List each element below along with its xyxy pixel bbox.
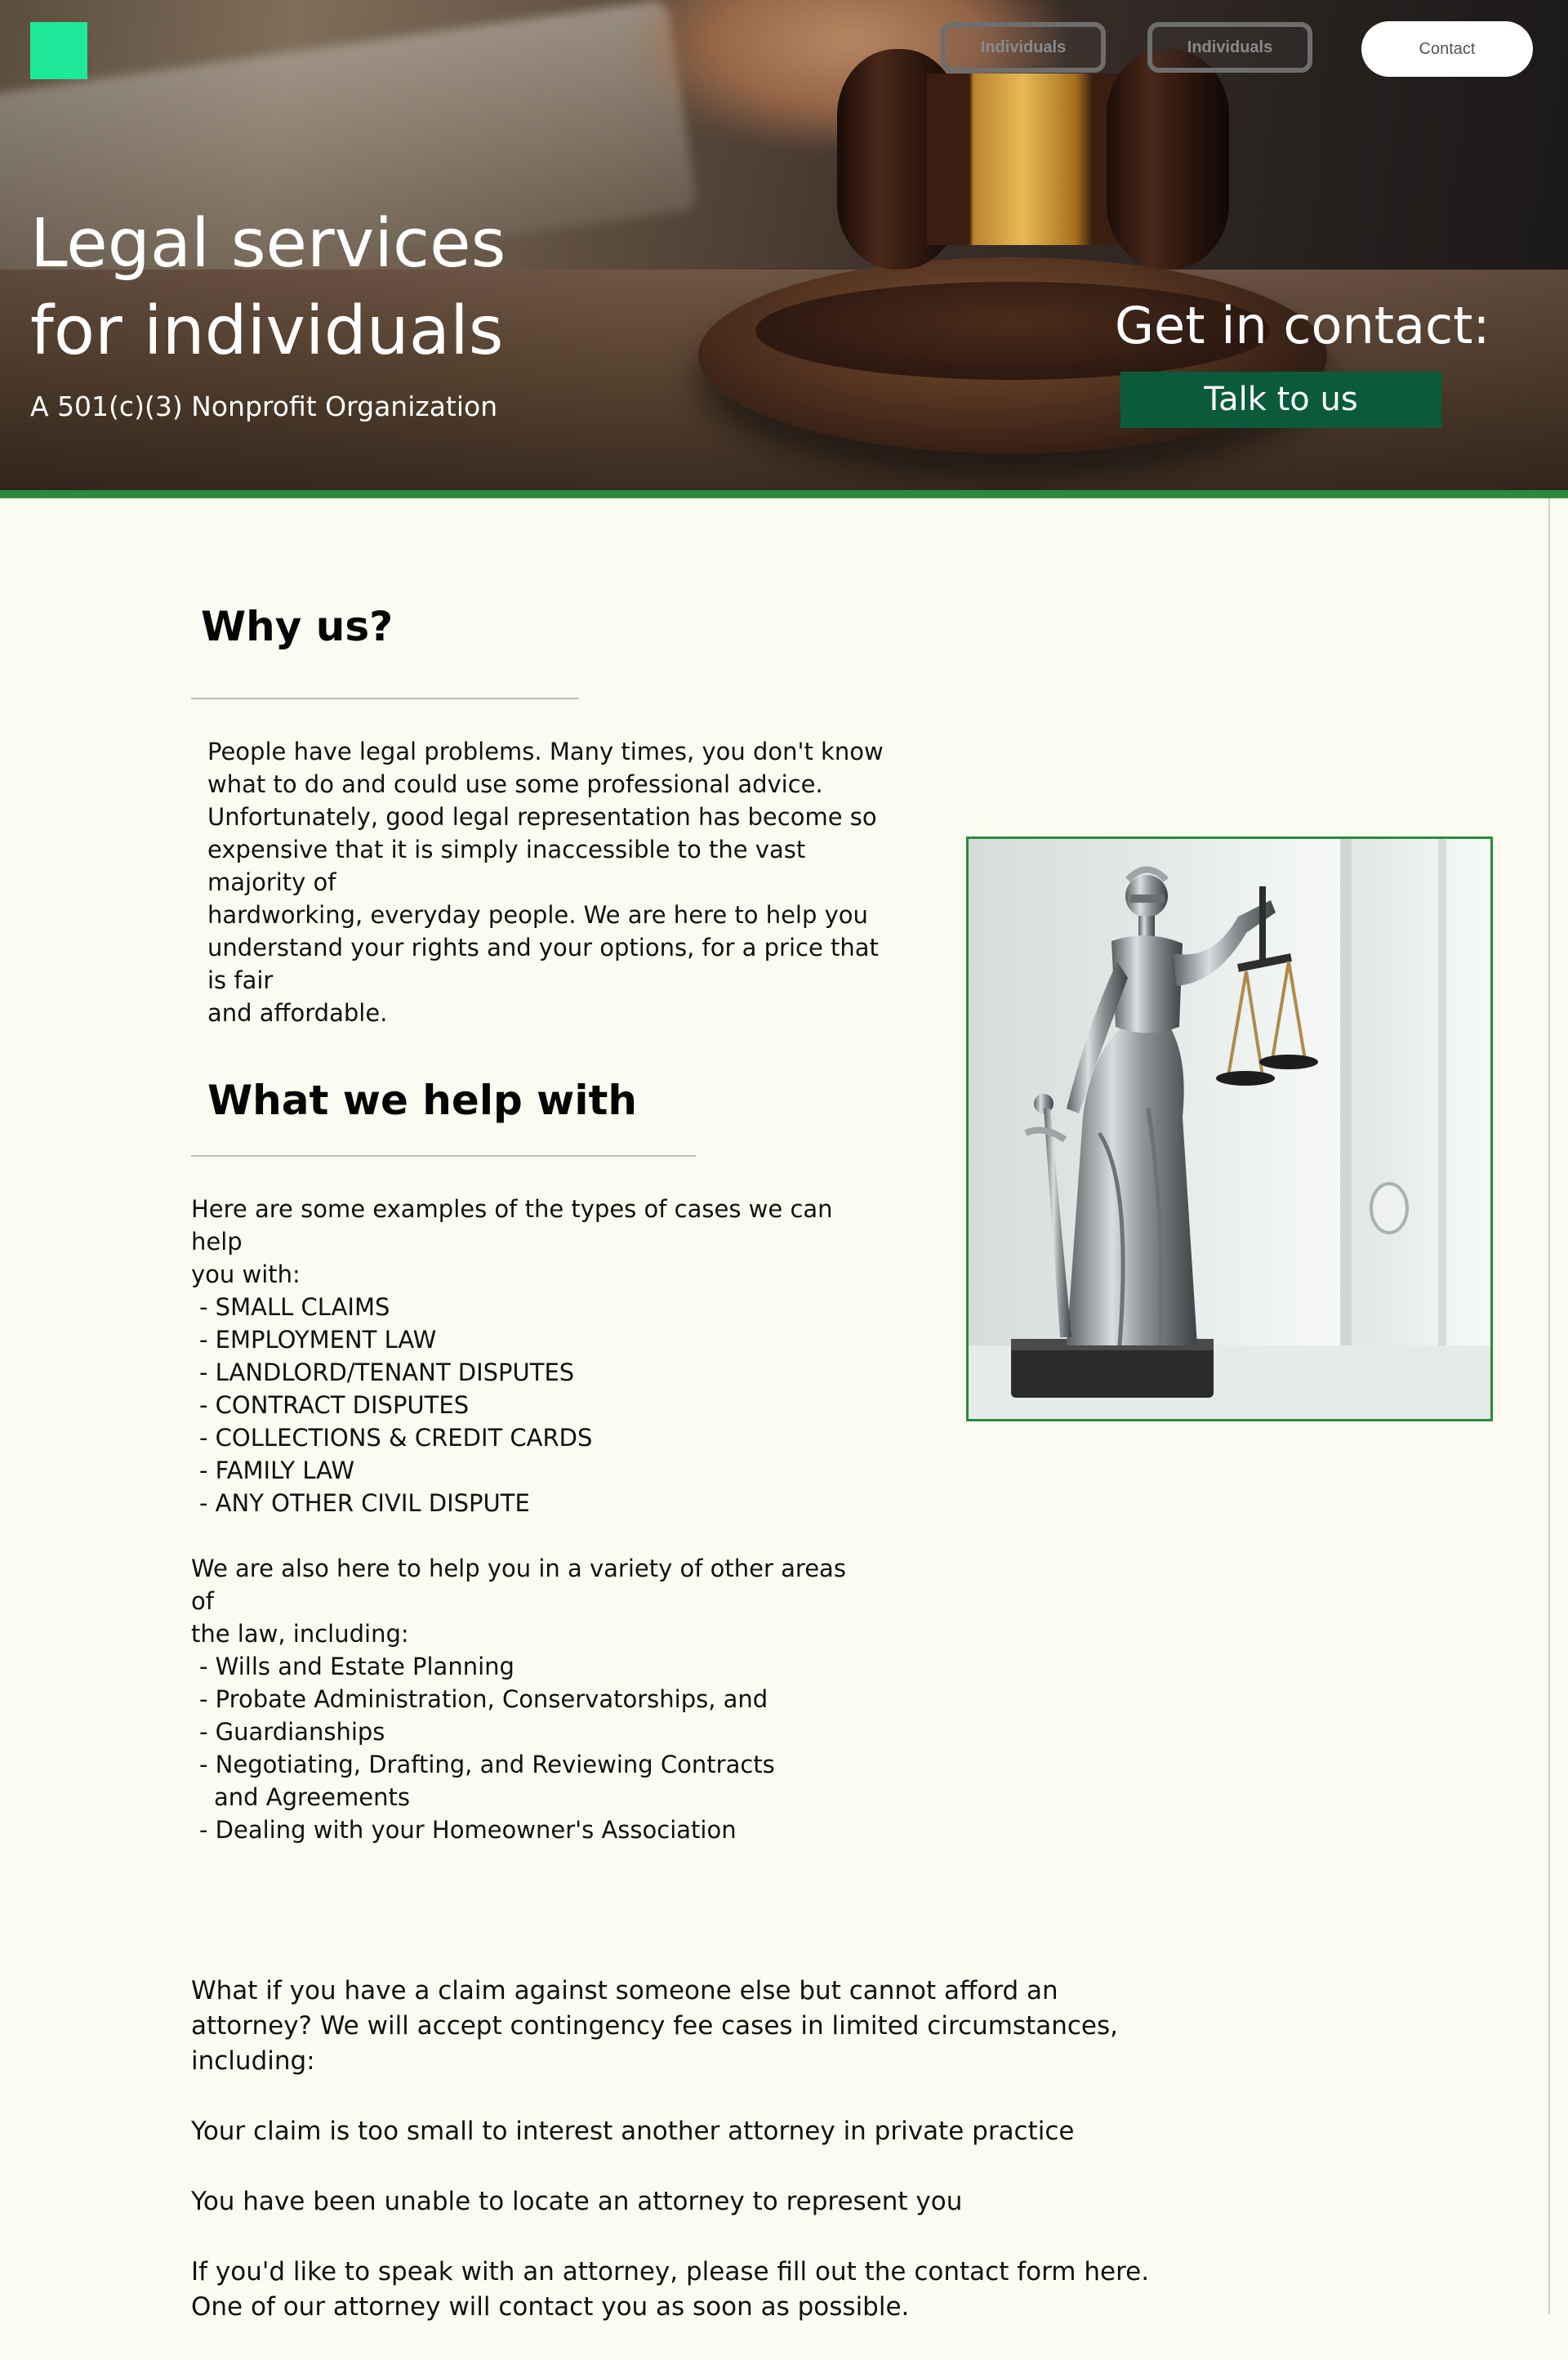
contingency-case-2: You have been unable to locate an attorn…: [191, 2187, 963, 2216]
list-item: - SMALL CLAIMS: [199, 1293, 390, 1321]
nav-item-individuals-1[interactable]: Individuals: [941, 22, 1106, 73]
list-item: - Probate Administration, Conservatorshi…: [199, 1685, 768, 1713]
lady-justice-statue-icon: [969, 839, 1490, 1419]
contact-button[interactable]: Contact: [1361, 21, 1533, 77]
list-item: - ANY OTHER CIVIL DISPUTE: [199, 1489, 530, 1517]
what-we-help-with-heading: What we help with: [207, 1077, 637, 1124]
list-item: - CONTRACT DISPUTES: [199, 1391, 470, 1419]
other-areas-list: - Wills and Estate Planning - Probate Ad…: [199, 1650, 820, 1846]
lady-justice-image: [966, 836, 1493, 1421]
page-right-border: [1548, 498, 1550, 2314]
list-item: - Wills and Estate Planning: [199, 1653, 514, 1680]
help-intro-text: Here are some examples of the types of c…: [191, 1195, 833, 1288]
divider: [191, 698, 579, 699]
list-item: - Guardianships: [199, 1718, 385, 1746]
talk-to-us-button[interactable]: Talk to us: [1120, 372, 1441, 428]
contact-heading: Get in contact:: [1115, 296, 1490, 355]
hero-subtitle: A 501(c)(3) Nonprofit Organization: [30, 390, 498, 422]
other-areas-intro: We are also here to help you in a variet…: [191, 1555, 846, 1648]
hero-title-line-1: Legal services: [30, 205, 506, 283]
hero-title-line-2: for individuals: [30, 292, 504, 370]
contact-closing-text: If you'd like to speak with an attorney,…: [191, 2257, 1150, 2322]
list-item: - Dealing with your Homeowner's Associat…: [199, 1816, 737, 1844]
list-item: - COLLECTIONS & CREDIT CARDS: [199, 1424, 593, 1452]
list-item: - EMPLOYMENT LAW: [199, 1326, 437, 1354]
hero-title: Legal services for individuals: [30, 200, 602, 375]
contingency-section: What if you have a claim against someone…: [191, 1974, 1171, 2360]
hero-bottom-border: [0, 490, 1568, 498]
nav-item-individuals-2[interactable]: Individuals: [1147, 22, 1312, 73]
list-item: - Negotiating, Drafting, and Reviewing C…: [199, 1751, 775, 1811]
list-item: - FAMILY LAW: [199, 1457, 355, 1484]
why-us-heading: Why us?: [201, 603, 394, 650]
contingency-case-1: Your claim is too small to interest anot…: [191, 2117, 1075, 2146]
why-us-text: People have legal problems. Many times, …: [207, 738, 884, 1027]
divider: [191, 1155, 696, 1157]
list-item: - LANDLORD/TENANT DISPUTES: [199, 1358, 575, 1386]
contingency-question: What if you have a claim against someone…: [191, 1976, 1118, 2076]
logo[interactable]: [30, 22, 87, 79]
case-type-list: - SMALL CLAIMS - EMPLOYMENT LAW - LANDLO…: [199, 1291, 592, 1519]
